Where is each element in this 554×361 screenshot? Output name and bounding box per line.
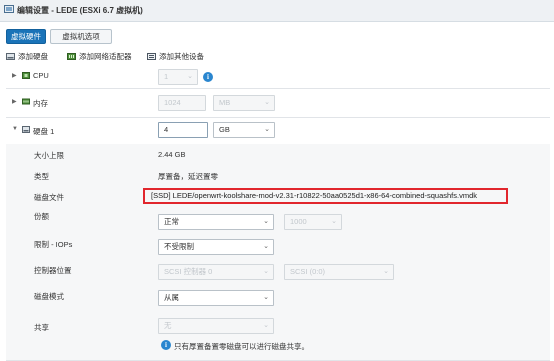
info-icon[interactable]: i [203, 72, 213, 82]
disk-size-value: 4 [164, 125, 169, 134]
chevron-down-icon: ⌄ [263, 322, 269, 329]
chevron-down-icon: ⌄ [264, 126, 270, 133]
other-device-icon [147, 53, 156, 60]
chevron-down-icon: ⌄ [187, 73, 193, 80]
hard-disk-label: 硬盘 1 [33, 127, 55, 136]
disk-mode-select[interactable]: 从属 ⌄ [158, 290, 274, 306]
cpu-count-value: 1 [164, 72, 169, 81]
edit-vm-icon [4, 5, 14, 13]
shares-row: 份额 正常 ⌄ 1000 ⌄ [6, 207, 550, 233]
shares-label: 份额 [34, 212, 49, 221]
controller-location-label: 控制器位置 [34, 266, 72, 275]
shares-number-stepper[interactable]: 1000 ⌄ [284, 214, 342, 230]
add-disk-label: 添加硬盘 [18, 52, 48, 61]
chevron-down-icon: ⌄ [263, 268, 269, 275]
disk-mode-label: 磁盘模式 [34, 292, 64, 301]
disk-type-label: 类型 [34, 172, 49, 181]
add-other-device-button[interactable]: 添加其他设备 [147, 51, 204, 62]
sharing-value: 无 [164, 321, 172, 330]
hard-disk-row: ▼ 硬盘 1 4 GB ⌄ [6, 117, 550, 145]
controller-location-row: 控制器位置 SCSI 控制器 0 ⌄ SCSI (0:0) ⌄ [6, 258, 550, 285]
max-size-value: 2.44 GB [158, 150, 186, 159]
disk-file-label: 磁盘文件 [34, 193, 64, 202]
max-size-label: 大小上限 [34, 151, 64, 160]
add-nic-label: 添加网络适配器 [79, 52, 132, 61]
disk-size-input[interactable]: 4 [158, 122, 208, 138]
memory-size-input[interactable]: 1024 [158, 95, 206, 111]
shares-number-value: 1000 [290, 217, 307, 226]
window-titlebar: 编辑设置 - LEDE (ESXi 6.7 虚拟机) [0, 0, 554, 22]
disk-unit-value: GB [219, 125, 230, 134]
sharing-label: 共享 [34, 323, 49, 332]
disk-unit-select[interactable]: GB ⌄ [213, 122, 275, 138]
shares-value: 正常 [164, 217, 179, 226]
memory-size-value: 1024 [164, 98, 181, 107]
memory-unit-select[interactable]: MB ⌄ [213, 95, 275, 111]
memory-icon [22, 98, 30, 105]
chevron-down-icon: ⌄ [383, 268, 389, 275]
network-adapter-icon [67, 53, 76, 60]
sharing-select[interactable]: 无 ⌄ [158, 318, 274, 334]
toolbar: 添加硬盘 添加网络适配器 添加其他设备 [0, 49, 554, 64]
limit-iops-select[interactable]: 不受限制 ⌄ [158, 239, 274, 255]
window-title: 编辑设置 - LEDE (ESXi 6.7 虚拟机) [17, 6, 143, 15]
cpu-row: ▶ CPU 1 ⌄ i [6, 65, 550, 89]
expand-icon[interactable]: ▶ [12, 72, 17, 79]
controller-slot-select[interactable]: SCSI (0:0) ⌄ [284, 264, 394, 280]
add-other-device-label: 添加其他设备 [159, 52, 204, 61]
hard-disk-icon [22, 126, 30, 133]
chevron-down-icon: ⌄ [331, 218, 337, 225]
controller-slot-value: SCSI (0:0) [290, 267, 326, 276]
tab-vm-options[interactable]: 虚拟机选项 [50, 29, 112, 44]
chevron-down-icon: ⌄ [263, 294, 269, 301]
memory-label: 内存 [33, 99, 48, 108]
disk-type-value: 厚置备，延迟置零 [158, 172, 218, 181]
max-size-row: 大小上限 2.44 GB [6, 144, 550, 166]
shares-select[interactable]: 正常 ⌄ [158, 214, 274, 230]
limit-iops-label: 限制 - IOPs [34, 240, 73, 249]
disk-mode-row: 磁盘模式 从属 ⌄ [6, 284, 550, 313]
info-icon[interactable]: i [161, 340, 171, 350]
chevron-down-icon: ⌄ [264, 99, 270, 106]
cpu-icon [22, 72, 30, 79]
chevron-down-icon: ⌄ [263, 218, 269, 225]
sharing-note: 只有厚置备置零磁盘可以进行磁盘共享。 [174, 342, 309, 351]
add-disk-button[interactable]: 添加硬盘 [6, 51, 48, 62]
controller-select[interactable]: SCSI 控制器 0 ⌄ [158, 264, 274, 280]
cpu-count-select[interactable]: 1 ⌄ [158, 69, 198, 85]
sharing-row: 共享 无 ⌄ i 只有厚置备置零磁盘可以进行磁盘共享。 [6, 312, 550, 361]
disk-file-value: [SSD] LEDE/openwrt-koolshare-mod-v2.31-r… [151, 191, 478, 200]
limit-iops-row: 限制 - IOPs 不受限制 ⌄ [6, 232, 550, 259]
memory-unit-value: MB [219, 98, 231, 107]
disk-icon [6, 53, 15, 60]
expand-icon[interactable]: ▶ [12, 98, 17, 105]
memory-row: ▶ 内存 1024 MB ⌄ [6, 88, 550, 118]
chevron-down-icon: ⌄ [263, 243, 269, 250]
disk-mode-value: 从属 [164, 293, 179, 302]
limit-iops-value: 不受限制 [164, 242, 194, 251]
controller-value: SCSI 控制器 0 [164, 267, 213, 276]
collapse-icon[interactable]: ▼ [12, 126, 18, 132]
tab-virtual-hardware[interactable]: 虚拟硬件 [6, 29, 46, 44]
add-nic-button[interactable]: 添加网络适配器 [67, 51, 132, 62]
disk-type-row: 类型 厚置备，延迟置零 [6, 165, 550, 187]
cpu-label: CPU [33, 71, 49, 80]
